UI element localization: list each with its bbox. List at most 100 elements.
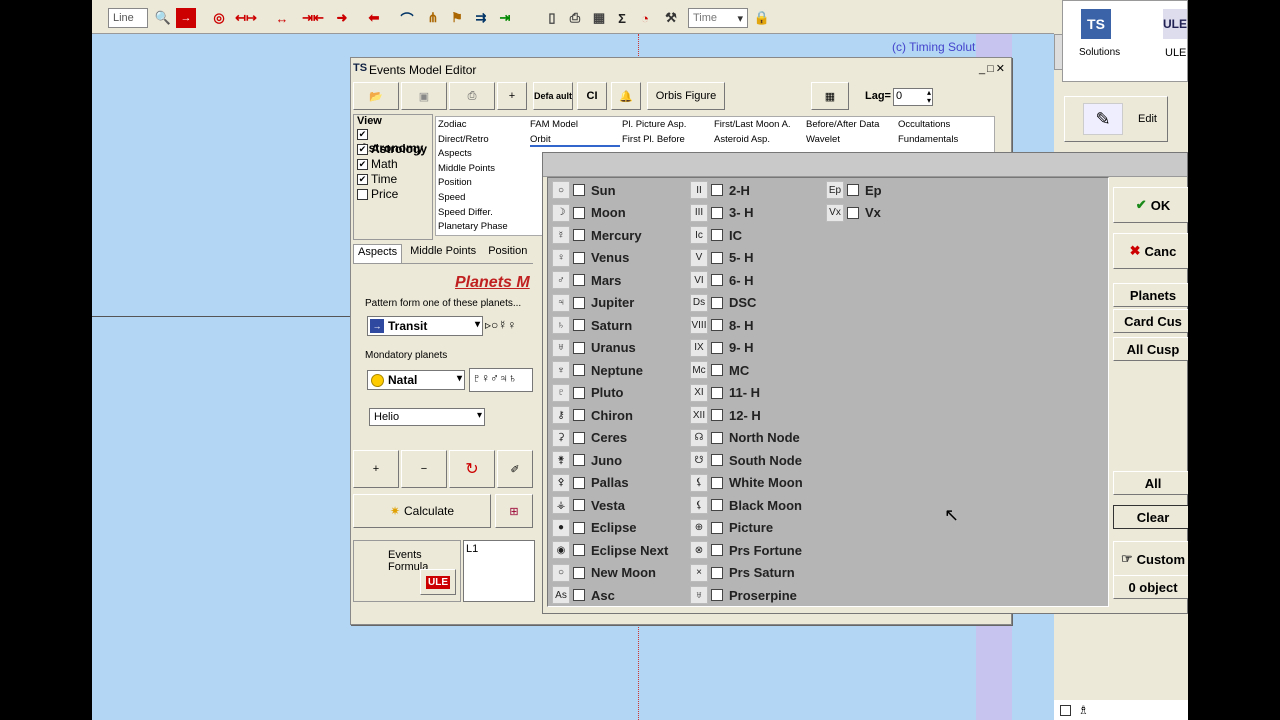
object-row[interactable]: ♀ Venus [552, 248, 629, 268]
objects-button-5[interactable]: All [1113, 471, 1188, 495]
object-checkbox[interactable] [711, 476, 723, 489]
orbis-figure-button[interactable]: Orbis Figure [647, 82, 725, 110]
object-checkbox[interactable] [711, 409, 723, 421]
event-type-cell[interactable]: Speed [438, 192, 465, 203]
view-checkbox[interactable]: ✔ [357, 174, 368, 186]
object-checkbox[interactable] [573, 566, 585, 579]
object-checkbox[interactable] [573, 184, 585, 196]
view-checkbox[interactable]: ✔ [357, 129, 368, 141]
event-type-cell[interactable]: Position [438, 177, 472, 188]
object-row[interactable]: ○ Sun [552, 180, 616, 200]
object-checkbox[interactable] [573, 274, 585, 286]
object-checkbox[interactable] [573, 364, 585, 376]
event-type-cell[interactable]: First/Last Moon A. [714, 119, 791, 130]
object-checkbox[interactable] [711, 341, 723, 354]
tab-aspects[interactable]: Aspects [353, 244, 403, 263]
event-type-cell[interactable]: Middle Points [438, 163, 495, 174]
object-row[interactable]: ⚶ Vesta [552, 495, 625, 515]
solutions-icon[interactable]: TS [1081, 9, 1111, 39]
object-row[interactable]: ♅ Uranus [552, 338, 636, 358]
ule-label[interactable]: ULE [1165, 47, 1186, 59]
left-arrow-icon[interactable]: ⬅ [364, 8, 384, 28]
object-checkbox[interactable] [711, 431, 723, 444]
contract-icon[interactable]: ⇥⇤ [300, 8, 326, 28]
object-checkbox[interactable] [711, 521, 723, 534]
object-row[interactable]: ♇ Pluto [552, 383, 624, 403]
object-checkbox[interactable] [711, 319, 723, 331]
objects-button-0[interactable]: ✔ OK [1113, 187, 1188, 223]
fork-icon[interactable]: ⋔ [424, 8, 442, 28]
object-checkbox[interactable] [711, 296, 723, 309]
remove-event-button[interactable]: − [401, 450, 447, 488]
object-row[interactable]: ♄ Saturn [552, 315, 632, 335]
object-row[interactable]: V 5- H [690, 248, 754, 268]
objects-button-4[interactable]: All Cusp [1113, 337, 1188, 361]
object-row[interactable]: XI 11- H [690, 383, 760, 403]
right-arrow-icon[interactable]: ➜ [332, 8, 352, 28]
object-row[interactable]: ○ New Moon [552, 563, 656, 583]
object-row[interactable]: XII 12- H [690, 405, 761, 425]
ci-button[interactable]: CI [577, 82, 607, 110]
event-type-cell[interactable]: Orbit [530, 134, 551, 145]
minimize-icon[interactable]: _ [979, 63, 987, 75]
objects-button-6[interactable]: Clear [1113, 505, 1188, 529]
object-row[interactable]: Ep Ep [826, 180, 882, 200]
calendar-button[interactable]: ▦ [811, 82, 849, 110]
event-type-cell[interactable]: Zodiac [438, 119, 467, 130]
object-checkbox[interactable] [711, 229, 723, 241]
figure-icon[interactable]: ♗ [1078, 703, 1089, 717]
tab-middle-points[interactable]: Middle Points [406, 244, 480, 263]
open-button[interactable]: 📂 [353, 82, 399, 110]
arrow-box-icon[interactable]: → [176, 8, 196, 28]
event-type-cell[interactable]: Speed Differ. [438, 207, 493, 218]
object-row[interactable]: ⚸ White Moon [690, 473, 803, 493]
mondatory-planets-icons[interactable]: ♇♀♂♃♄ [469, 368, 533, 392]
object-checkbox[interactable] [573, 341, 585, 354]
event-type-cell[interactable]: Asteroid Asp. [714, 134, 770, 145]
bottom-checkbox[interactable] [1060, 705, 1071, 716]
view-checkbox[interactable] [357, 189, 368, 201]
link-icon[interactable]: ⌒ [398, 8, 416, 28]
object-row[interactable]: ♅ Proserpine [690, 585, 797, 605]
ule-button[interactable]: ULE [420, 569, 456, 595]
object-row[interactable]: VI 6- H [690, 270, 754, 290]
view-item[interactable]: ✔Astronomy [354, 127, 432, 155]
steps-icon[interactable]: ⇉ [472, 8, 490, 28]
object-checkbox[interactable] [573, 589, 585, 601]
object-checkbox[interactable] [573, 454, 585, 466]
object-row[interactable]: ⊕ Picture [690, 518, 773, 538]
event-type-cell[interactable]: Wavelet [806, 134, 840, 145]
zoom-icon[interactable]: 🔍 [154, 8, 172, 28]
object-row[interactable]: × Prs Saturn [690, 563, 795, 583]
object-row[interactable]: ♃ Jupiter [552, 293, 634, 313]
objects-button-2[interactable]: Planets [1113, 283, 1188, 307]
event-type-cell[interactable]: FAM Model [530, 119, 578, 130]
object-checkbox[interactable] [573, 296, 585, 309]
spin-icon[interactable]: ▴ ▾ [927, 89, 931, 105]
object-checkbox[interactable] [711, 274, 723, 286]
object-row[interactable]: ⚷ Chiron [552, 405, 633, 425]
object-row[interactable]: ⚵ Juno [552, 450, 622, 470]
window-controls[interactable]: _□✕ [979, 62, 1007, 75]
add-button[interactable]: + [497, 82, 527, 110]
formula-input[interactable]: L1 [463, 540, 535, 602]
object-row[interactable]: ♂ Mars [552, 270, 621, 290]
object-row[interactable]: IX 9- H [690, 338, 754, 358]
close-icon[interactable]: ✕ [996, 63, 1007, 75]
view-checkbox[interactable]: ✔ [357, 159, 368, 171]
helio-select[interactable]: Helio ▾ [369, 408, 485, 426]
object-checkbox[interactable] [847, 206, 859, 219]
lag-input[interactable]: 0 ▴ ▾ [893, 88, 933, 106]
line-tool-select[interactable]: Line [108, 8, 148, 28]
object-row[interactable]: Vx Vx [826, 203, 881, 223]
chart-icon[interactable]: ▦ [590, 8, 608, 28]
time-select[interactable]: Time ▾ [688, 8, 748, 28]
event-type-cell[interactable]: Direct/Retro [438, 134, 489, 145]
view-item[interactable]: ✔ Time [354, 172, 432, 187]
clock-icon[interactable]: ◔ [636, 8, 654, 28]
event-type-cell[interactable]: Occultations [898, 119, 950, 130]
transit-select[interactable]: → Transit ▾ [367, 316, 483, 336]
event-type-cell[interactable]: Fundamentals [898, 134, 958, 145]
object-checkbox[interactable] [711, 566, 723, 579]
view-checkbox[interactable]: ✔ [357, 144, 368, 156]
